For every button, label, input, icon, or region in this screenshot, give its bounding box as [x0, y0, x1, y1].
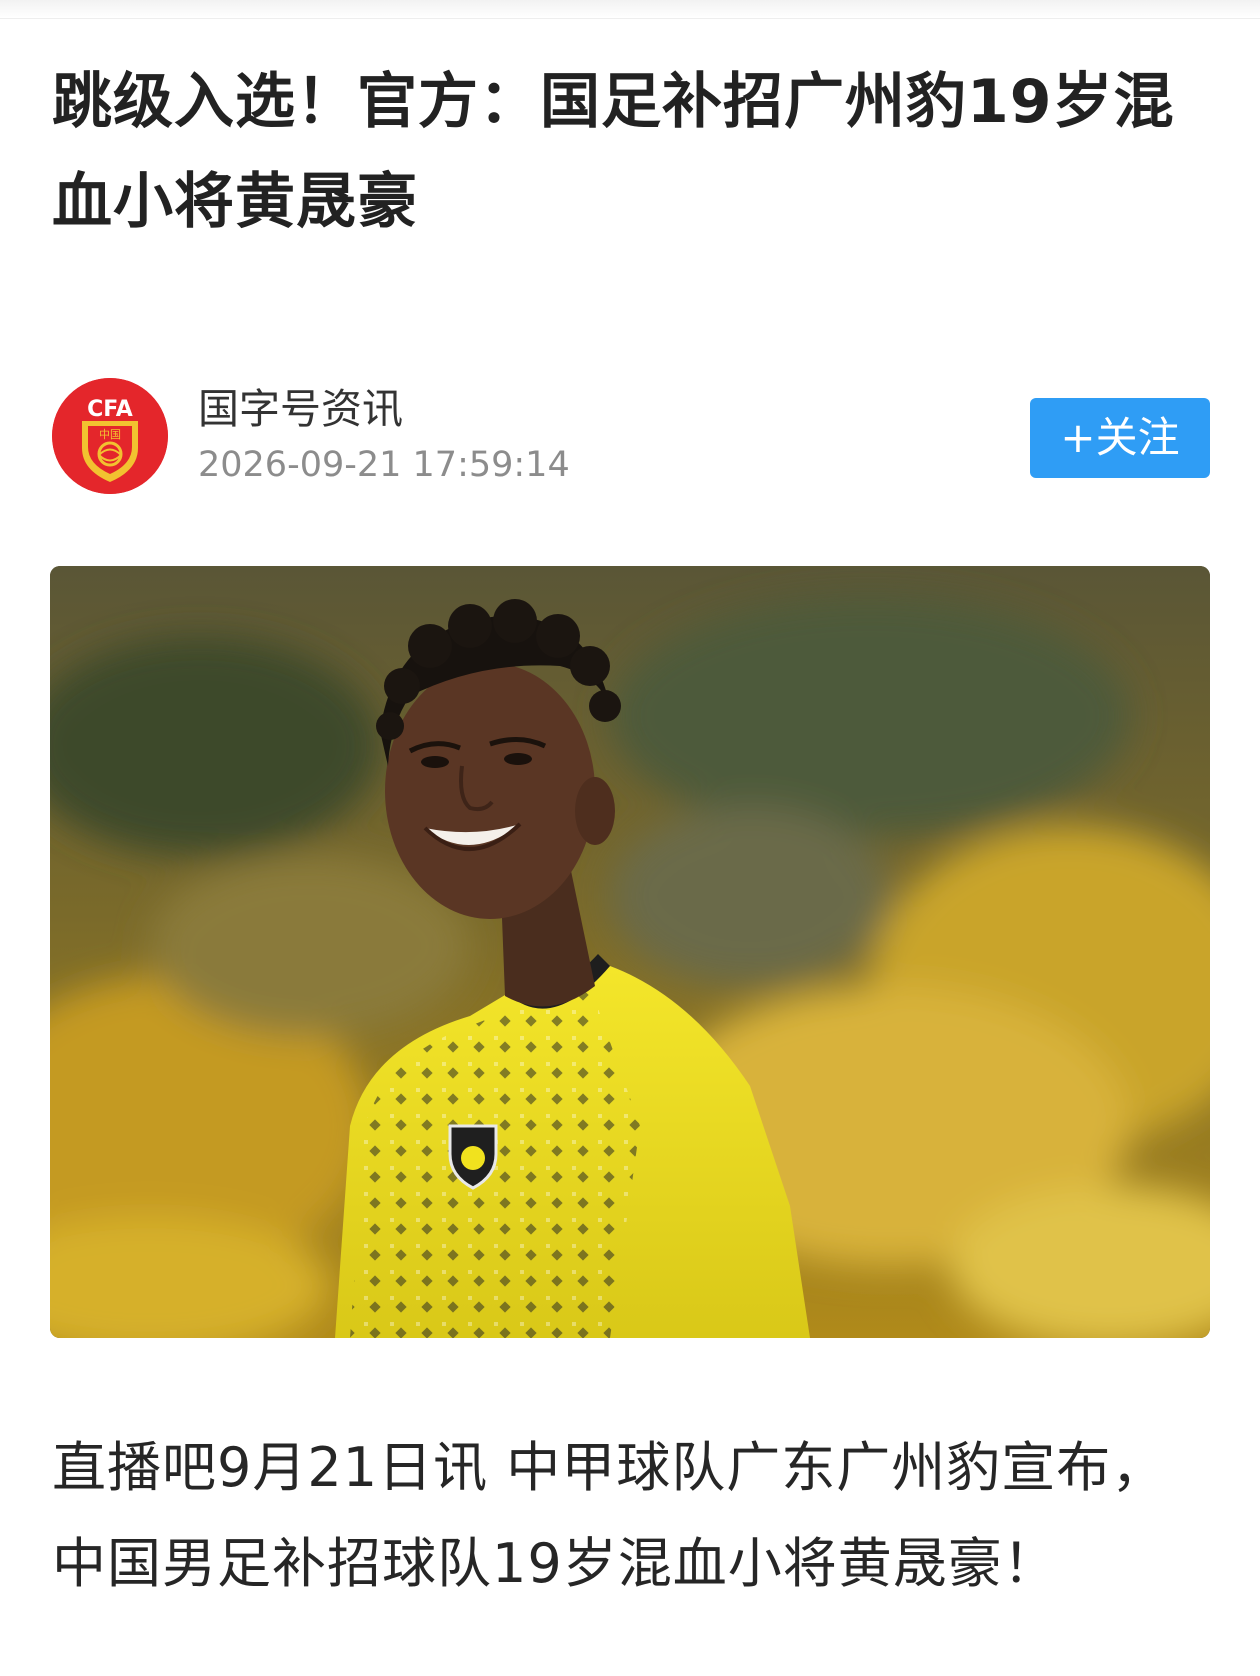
avatar-logo-text: CFA — [87, 397, 133, 422]
avatar-logo-subtext: 中国 — [99, 428, 121, 441]
hero-photo — [50, 566, 1210, 1338]
publish-time: 2026-09-21 17:59:14 — [198, 445, 570, 485]
follow-button[interactable]: +关注 — [1030, 398, 1210, 478]
article-body: 直播吧9月21日讯 中甲球队广东广州豹宣布，中国男足补招球队19岁混血小将黄晟豪… — [52, 1436, 1167, 1595]
author-row: CFA 中国 国字号资讯 2026-09-21 17:59:14 +关注 — [52, 378, 1210, 496]
article-title: 跳级入选！官方：国足补招广州豹19岁混血小将黄晟豪 — [52, 67, 1175, 237]
cfa-logo-icon[interactable]: CFA 中国 — [52, 378, 168, 494]
author-name[interactable]: 国字号资讯 — [198, 384, 403, 434]
top-divider — [0, 0, 1260, 19]
